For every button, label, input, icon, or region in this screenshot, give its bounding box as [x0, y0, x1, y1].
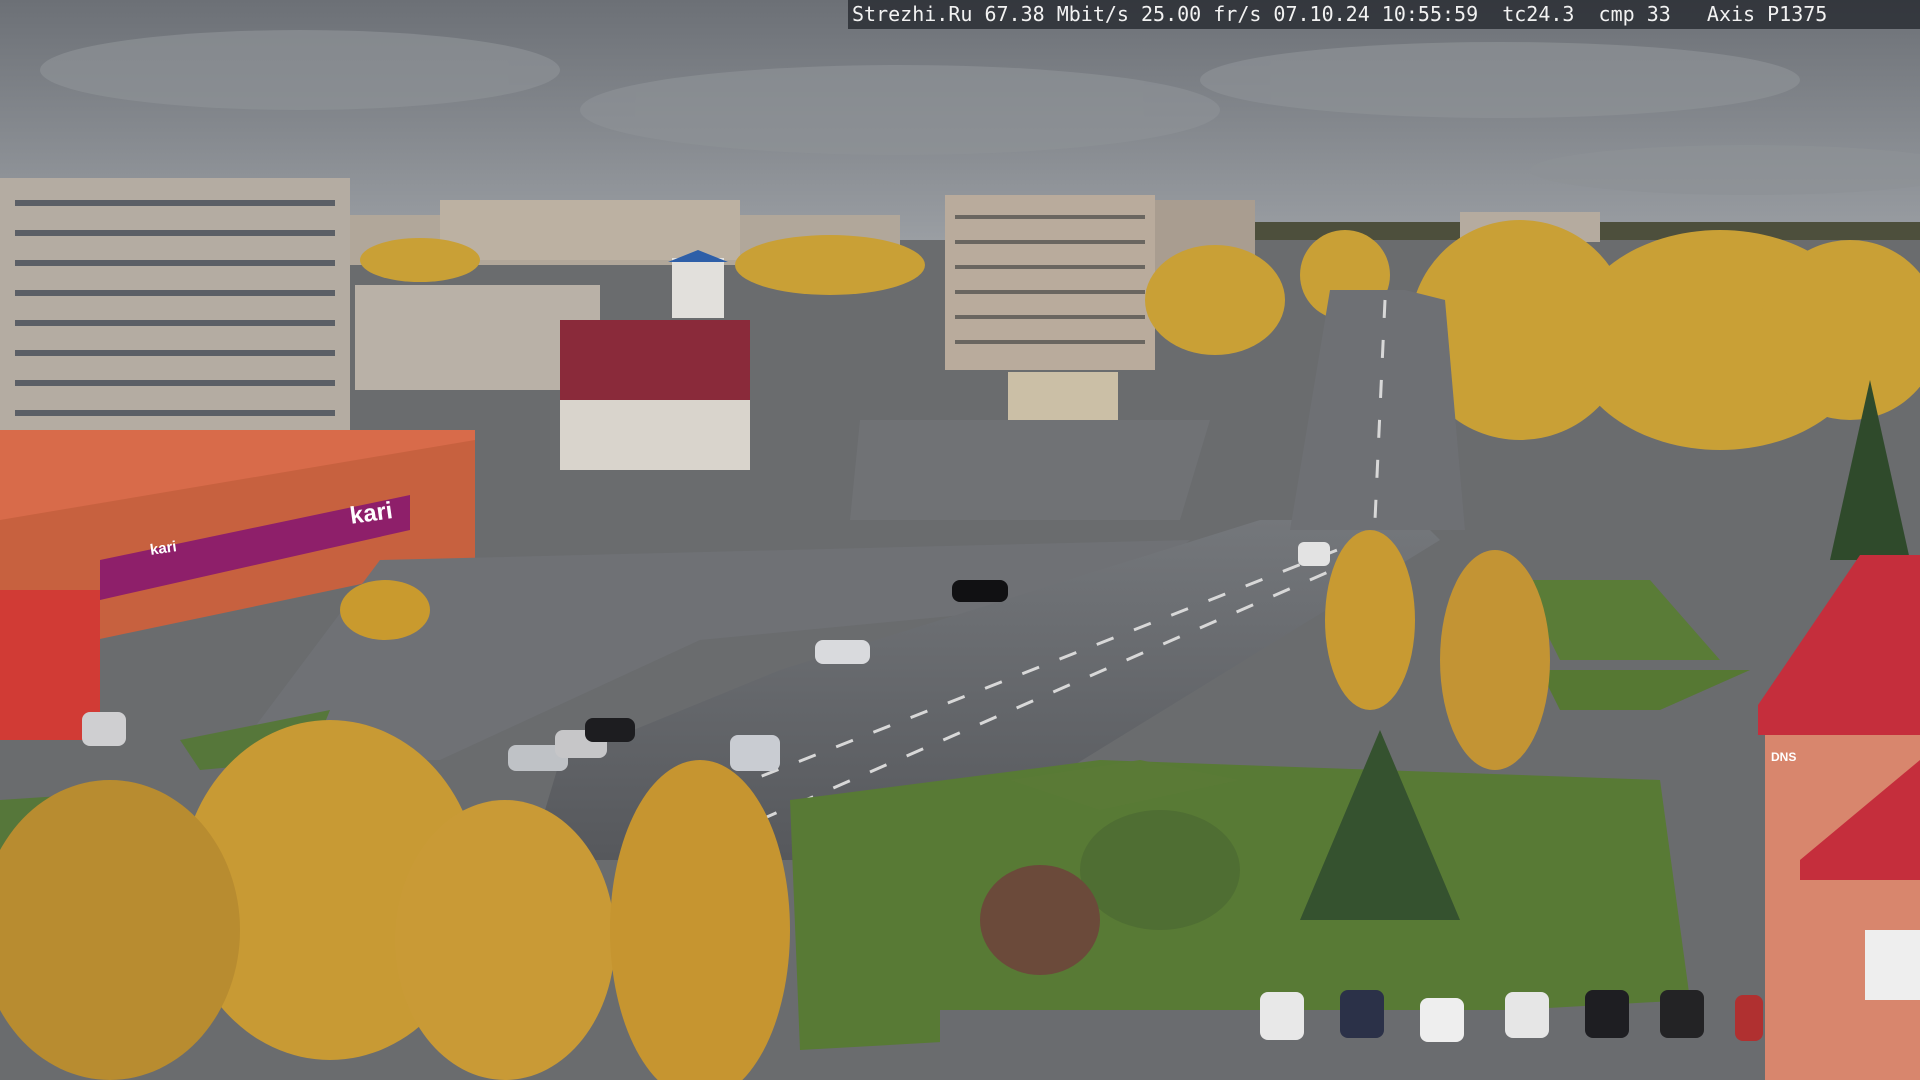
upper-square — [850, 420, 1210, 520]
tower-blue-roof — [672, 258, 724, 318]
lawn-bottom — [790, 760, 1690, 1050]
maroon-building-lower — [560, 400, 750, 470]
camera-overlay-text: Strezhi.Ru 67.38 Mbit/s 25.00 fr/s 07.10… — [848, 0, 1920, 29]
right-building-sign: DNS — [1771, 750, 1797, 764]
maroon-roof-building — [560, 320, 750, 410]
kari-store-sign: kari — [348, 497, 395, 530]
small-building — [1008, 372, 1118, 420]
camera-view — [0, 0, 1920, 1080]
